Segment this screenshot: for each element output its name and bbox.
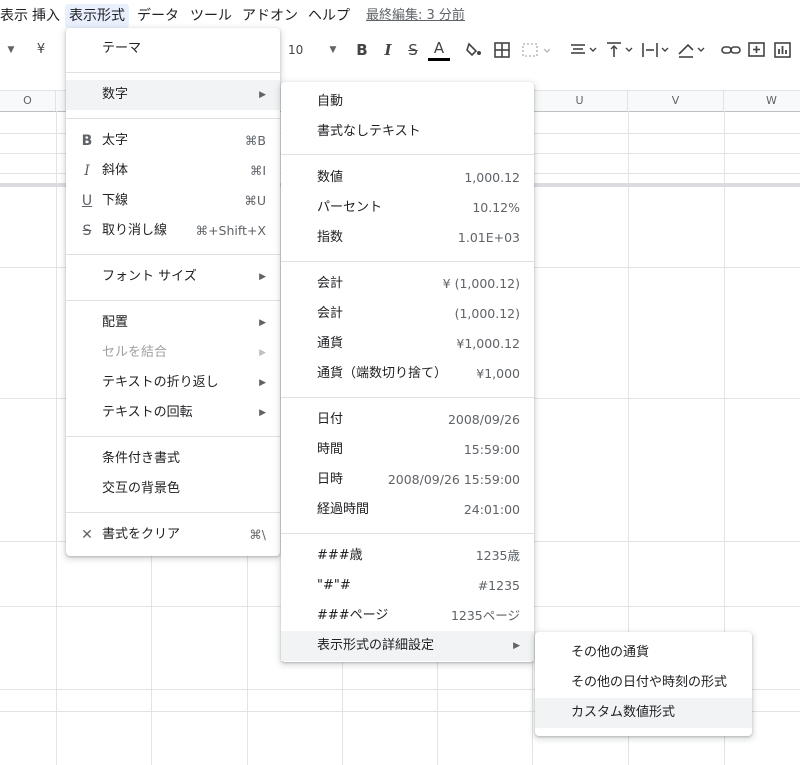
menu-item-alternating-colors[interactable]: 交互の背景色 bbox=[66, 474, 280, 504]
more-formats-submenu: その他の通貨 その他の日付や時刻の形式 カスタム数値形式 bbox=[535, 632, 752, 736]
strikethrough-icon[interactable]: S bbox=[403, 38, 423, 62]
submenu-arrow-icon: ▶ bbox=[259, 408, 266, 418]
submenu-arrow-icon: ▶ bbox=[513, 641, 520, 651]
italic-icon: I bbox=[84, 163, 90, 179]
format-menu: テーマ 数字 ▶ B 太字 ⌘B I 斜体 ⌘I U 下線 ⌘U S 取り消し線 ⌘+Shift+… bbox=[66, 28, 280, 556]
menu-item-underline[interactable]: U 下線 ⌘U bbox=[66, 186, 280, 216]
menu-item-clear-format[interactable]: ✕ 書式をクリア ⌘\ bbox=[66, 520, 280, 550]
merge-cells-icon[interactable] bbox=[520, 38, 550, 62]
last-edit-link[interactable]: 最終編集: 3 分前 bbox=[366, 4, 465, 28]
menu-insert[interactable]: 挿入 bbox=[28, 4, 64, 28]
menu-item-format[interactable]: 通貨（端数切り捨て） ¥1,000 bbox=[281, 359, 534, 389]
font-size-chevron-icon[interactable]: ▼ bbox=[326, 38, 340, 62]
menu-item-number[interactable]: 数字 ▶ bbox=[66, 80, 280, 110]
menu-item-text-rotation[interactable]: テキストの回転 ▶ bbox=[66, 398, 280, 428]
menu-item-format[interactable]: 日時 2008/09/26 15:59:00 bbox=[281, 465, 534, 495]
menu-item-conditional-format[interactable]: 条件付き書式 bbox=[66, 444, 280, 474]
menu-addons[interactable]: アドオン bbox=[238, 4, 302, 28]
horizontal-align-icon[interactable] bbox=[568, 38, 600, 62]
menu-item-bold[interactable]: B 太字 ⌘B bbox=[66, 126, 280, 156]
submenu-arrow-icon: ▶ bbox=[259, 90, 266, 100]
column-header-u[interactable]: U bbox=[532, 91, 628, 111]
text-wrap-icon[interactable] bbox=[640, 38, 672, 62]
menu-tools[interactable]: ツール bbox=[186, 4, 236, 28]
text-color-icon[interactable]: A bbox=[428, 38, 450, 61]
submenu-arrow-icon: ▶ bbox=[259, 318, 266, 328]
font-size-value[interactable]: 10 bbox=[288, 38, 310, 62]
insert-link-icon[interactable] bbox=[720, 38, 742, 62]
menu-item-text-wrap[interactable]: テキストの折り返し ▶ bbox=[66, 368, 280, 398]
fill-color-icon[interactable] bbox=[464, 38, 484, 62]
bold-icon: B bbox=[81, 133, 93, 149]
insert-chart-icon[interactable] bbox=[772, 38, 794, 62]
menu-item-font-size[interactable]: フォント サイズ ▶ bbox=[66, 262, 280, 292]
menu-item-more-datetime[interactable]: その他の日付や時刻の形式 bbox=[535, 668, 752, 698]
menu-item-format[interactable]: ###歳 1235歳 bbox=[281, 541, 534, 571]
menu-help[interactable]: ヘルプ bbox=[304, 4, 354, 28]
submenu-arrow-icon: ▶ bbox=[259, 378, 266, 388]
menu-item-theme[interactable]: テーマ bbox=[66, 34, 280, 64]
column-header-v[interactable]: V bbox=[628, 91, 724, 111]
menu-item-more-formats[interactable]: 表示形式の詳細設定 ▶ bbox=[281, 631, 534, 661]
menu-format[interactable]: 表示形式 bbox=[65, 4, 129, 28]
menu-item-format[interactable]: 指数 1.01E+03 bbox=[281, 223, 534, 253]
menu-item-custom-number-format[interactable]: カスタム数値形式 bbox=[535, 698, 752, 728]
text-rotation-icon[interactable] bbox=[676, 38, 708, 62]
menu-item-more-currencies[interactable]: その他の通貨 bbox=[535, 638, 752, 668]
underline-icon: U bbox=[81, 193, 93, 209]
menu-item-format[interactable]: パーセント 10.12% bbox=[281, 193, 534, 223]
menu-item-align[interactable]: 配置 ▶ bbox=[66, 308, 280, 338]
submenu-arrow-icon: ▶ bbox=[259, 348, 266, 358]
menu-item-format[interactable]: 会計 (1,000.12) bbox=[281, 299, 534, 329]
menu-item-format[interactable]: 経過時間 24:01:00 bbox=[281, 495, 534, 525]
menu-item-format[interactable]: 時間 15:59:00 bbox=[281, 435, 534, 465]
menu-item-format[interactable]: ###ページ 1235ページ bbox=[281, 601, 534, 631]
currency-format-button[interactable]: ¥ bbox=[32, 38, 50, 62]
menu-item-italic[interactable]: I 斜体 ⌘I bbox=[66, 156, 280, 186]
insert-comment-icon[interactable] bbox=[746, 38, 768, 62]
menu-item-format[interactable]: 会計 ¥ (1,000.12) bbox=[281, 269, 534, 299]
strikethrough-icon: S bbox=[82, 223, 92, 239]
vertical-align-icon[interactable] bbox=[604, 38, 636, 62]
menu-data[interactable]: データ bbox=[133, 4, 183, 28]
menu-item-format[interactable]: "#"# #1235 bbox=[281, 571, 534, 601]
menu-item-format[interactable]: 数値 1,000.12 bbox=[281, 163, 534, 193]
menu-item-auto[interactable]: 自動 bbox=[281, 87, 534, 117]
submenu-arrow-icon: ▶ bbox=[259, 272, 266, 282]
borders-icon[interactable] bbox=[492, 38, 512, 62]
menu-item-merge-cells: セルを結合 ▶ bbox=[66, 338, 280, 368]
chevron-down-icon[interactable]: ▼ bbox=[4, 38, 18, 62]
menu-item-format[interactable]: 通貨 ¥1,000.12 bbox=[281, 329, 534, 359]
menu-item-plain-text[interactable]: 書式なしテキスト bbox=[281, 117, 534, 147]
bold-icon[interactable]: B bbox=[352, 38, 372, 62]
menu-item-strikethrough[interactable]: S 取り消し線 ⌘+Shift+X bbox=[66, 216, 280, 246]
italic-icon[interactable]: I bbox=[378, 38, 398, 62]
menu-item-format[interactable]: 日付 2008/09/26 bbox=[281, 405, 534, 435]
clear-format-icon: ✕ bbox=[81, 527, 93, 543]
number-format-submenu: 自動 書式なしテキスト 数値 1,000.12 パーセント 10.12% 指数 1.0… bbox=[281, 82, 534, 662]
column-header-w[interactable]: W bbox=[724, 91, 800, 111]
column-header-o[interactable]: O bbox=[0, 91, 56, 111]
